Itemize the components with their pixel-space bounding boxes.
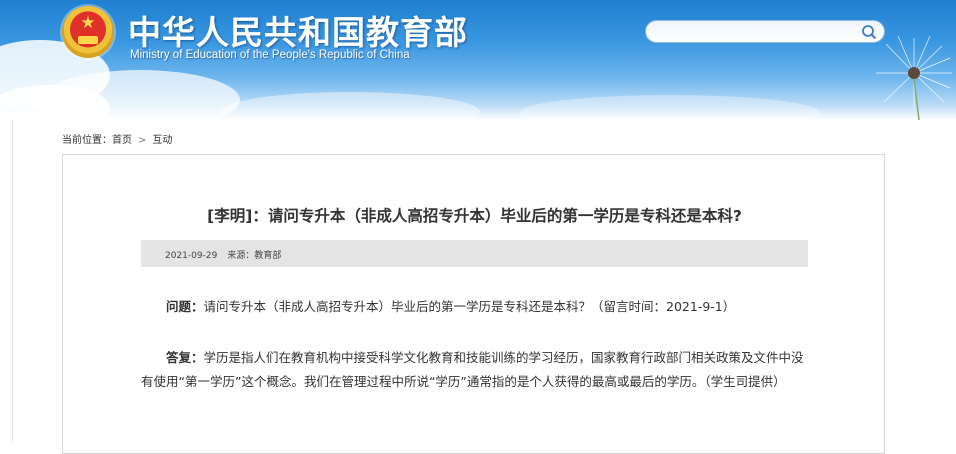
left-edge-strip	[0, 120, 13, 442]
question-text: 请问专升本（非成人高招专升本）毕业后的第一学历是专科还是本科？（留言时间：202…	[203, 299, 736, 314]
breadcrumb-home-link[interactable]: 首页	[112, 135, 132, 146]
article-meta-bar: 2021-09-29 来源：教育部	[141, 240, 808, 267]
breadcrumb: 当前位置：首页 > 互动	[62, 131, 172, 146]
article-source: 来源：教育部	[227, 251, 282, 261]
site-subtitle: Ministry of Education of the People's Re…	[130, 49, 410, 61]
article-date: 2021-09-29	[165, 251, 218, 261]
answer-paragraph: 答复：学历是指人们在教育机构中接受科学文化教育和技能训练的学习经历，国家教育行政…	[141, 346, 813, 394]
search-input[interactable]	[656, 23, 860, 42]
breadcrumb-prefix: 当前位置：	[62, 135, 112, 146]
breadcrumb-current-link[interactable]: 互动	[152, 135, 172, 146]
site-title: 中华人民共和国教育部	[128, 13, 468, 52]
site-header: ★ 中华人民共和国教育部 Ministry of Education of th…	[0, 0, 956, 120]
breadcrumb-separator: >	[138, 135, 147, 146]
answer-label: 答复：	[166, 350, 204, 365]
answer-text: 学历是指人们在教育机构中接受科学文化教育和技能训练的学习经历，国家教育行政部门相…	[141, 350, 804, 389]
question-label: 问题：	[166, 299, 204, 314]
search-box	[645, 20, 885, 43]
national-emblem-icon: ★	[62, 6, 114, 58]
article-title: [李明]：请问专升本（非成人高招专升本）毕业后的第一学历是专科还是本科?	[207, 207, 742, 225]
question-paragraph: 问题：请问专升本（非成人高招专升本）毕业后的第一学历是专科还是本科？（留言时间：…	[141, 295, 813, 319]
dandelion-decoration	[876, 35, 952, 120]
article-container: [李明]：请问专升本（非成人高招专升本）毕业后的第一学历是专科还是本科? 202…	[62, 154, 885, 454]
